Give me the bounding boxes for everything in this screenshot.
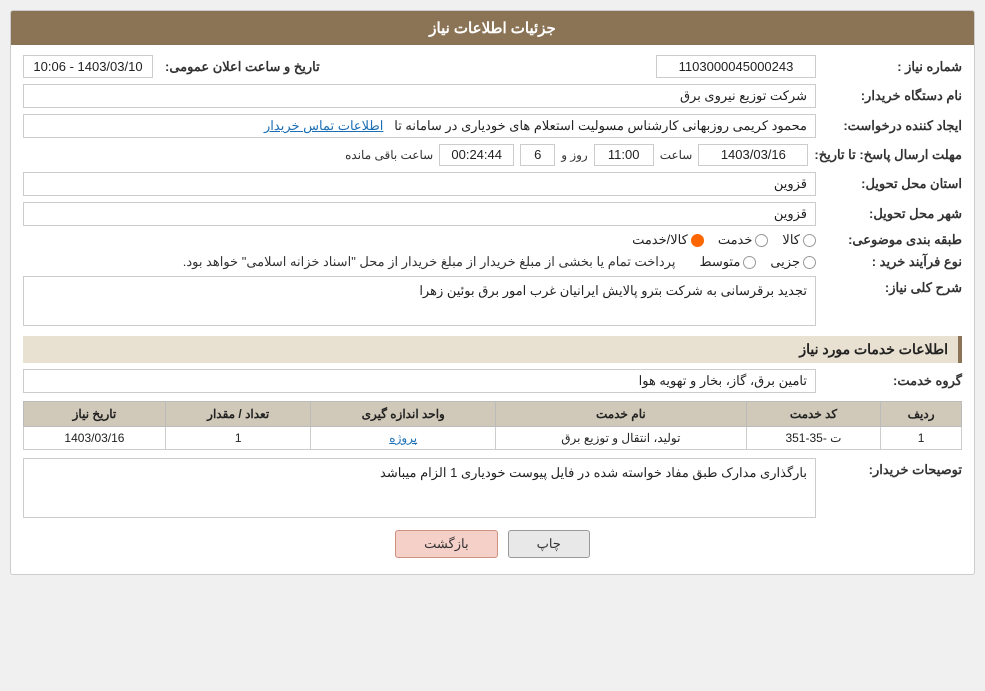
gorooh-label: گروه خدمت: bbox=[822, 373, 962, 389]
nam-dastgah-label: نام دستگاه خریدار: bbox=[822, 88, 962, 104]
buyer-desc-label: توصیحات خریدار: bbox=[822, 458, 962, 478]
tabaghebandi-radios: کالا خدمت کالا/خدمت bbox=[632, 232, 816, 248]
shomara-value: 1103000045000243 bbox=[656, 55, 816, 78]
mohlat-remaining-label: ساعت باقی مانده bbox=[345, 148, 433, 162]
sharh-niaz-row: شرح کلی نیاز: تجدید برقرسانی به شرکت بتر… bbox=[23, 276, 962, 326]
khadamat-section-title: اطلاعات خدمات مورد نیاز bbox=[23, 336, 962, 363]
radio-jozee-circle bbox=[803, 256, 816, 269]
print-button[interactable]: چاپ bbox=[508, 530, 590, 558]
nam-dastgah-value: شرکت توزیع نیروی برق bbox=[23, 84, 816, 108]
radio-motavaset-circle bbox=[743, 256, 756, 269]
buyer-desc-box: بارگذاری مدارک طبق مفاد خواسته شده در فا… bbox=[23, 458, 816, 518]
shahr-label: شهر محل تحویل: bbox=[822, 206, 962, 222]
buyer-desc-row: توصیحات خریدار: بارگذاری مدارک طبق مفاد … bbox=[23, 458, 962, 518]
radio-kala-circle bbox=[803, 234, 816, 247]
tarikh-label: تاریخ و ساعت اعلان عمومی: bbox=[165, 59, 320, 75]
mohlat-roz: 6 bbox=[520, 144, 555, 166]
shomara-row: شماره نیاز : 1103000045000243 تاریخ و سا… bbox=[23, 55, 962, 78]
table-row: 1ت -35-351تولید، انتقال و توزیع برقپروژه… bbox=[24, 427, 962, 450]
gorooh-row: گروه خدمت: تامین برق، گاز، بخار و تهویه … bbox=[23, 369, 962, 393]
col-unit: واحد اندازه گیری bbox=[311, 402, 496, 427]
radio-khadamat[interactable]: خدمت bbox=[718, 232, 769, 248]
mohlat-remaining: 00:24:44 bbox=[439, 144, 514, 166]
sharh-niaz-label: شرح کلی نیاز: bbox=[822, 276, 962, 296]
table-cell-code: ت -35-351 bbox=[746, 427, 880, 450]
buttons-row: چاپ بازگشت bbox=[23, 530, 962, 558]
radio-motavaset-label: متوسط bbox=[699, 254, 740, 270]
ostan-value: قزوین bbox=[23, 172, 816, 196]
ijad-label: ایجاد کننده درخواست: bbox=[822, 118, 962, 134]
radio-kala-khadamat-label: کالا/خدمت bbox=[632, 232, 688, 248]
page-title: جزئیات اطلاعات نیاز bbox=[429, 20, 556, 37]
tabaghebandi-row: طبقه بندی موضوعی: کالا خدمت کالا/خدمت bbox=[23, 232, 962, 248]
radio-khadamat-circle bbox=[755, 234, 768, 247]
ijad-row: ایجاد کننده درخواست: محمود کریمی روزبهان… bbox=[23, 114, 962, 138]
shahr-row: شهر محل تحویل: قزوین bbox=[23, 202, 962, 226]
table-cell-count: 1 bbox=[165, 427, 311, 450]
tabaghebandi-label: طبقه بندی موضوعی: bbox=[822, 232, 962, 248]
mohlat-date: 1403/03/16 bbox=[698, 144, 808, 166]
nogh-farayand-label: نوع فرآیند خرید : bbox=[822, 254, 962, 270]
tarikh-value: 1403/03/10 - 10:06 bbox=[23, 55, 153, 78]
etelaaat-tamas-link[interactable]: اطلاعات تماس خریدار bbox=[264, 118, 383, 133]
services-table: ردیف کد خدمت نام خدمت واحد اندازه گیری ت… bbox=[23, 401, 962, 450]
main-card: جزئیات اطلاعات نیاز شماره نیاز : 1103000… bbox=[10, 10, 975, 575]
radio-kala[interactable]: کالا bbox=[782, 232, 816, 248]
card-header: جزئیات اطلاعات نیاز bbox=[11, 11, 974, 45]
radio-jozee[interactable]: جزیی bbox=[770, 254, 816, 270]
mohlat-label: مهلت ارسال پاسخ: تا تاریخ: bbox=[814, 147, 962, 163]
mohlat-time-label: ساعت bbox=[660, 148, 693, 162]
farayand-radios: جزیی متوسط پرداخت تمام یا بخشی از مبلغ خ… bbox=[183, 254, 816, 270]
gorooh-value: تامین برق، گاز، بخار و تهویه هوا bbox=[23, 369, 816, 393]
col-radif: ردیف bbox=[881, 402, 962, 427]
radio-motavaset[interactable]: متوسط bbox=[699, 254, 756, 270]
radio-kala-label: کالا bbox=[782, 232, 800, 248]
shomara-label: شماره نیاز : bbox=[822, 59, 962, 75]
radio-jozee-label: جزیی bbox=[770, 254, 800, 270]
radio-kala-khadamat[interactable]: کالا/خدمت bbox=[632, 232, 704, 248]
table-cell-name: تولید، انتقال و توزیع برق bbox=[495, 427, 746, 450]
nogh-farayand-row: نوع فرآیند خرید : جزیی متوسط پرداخت تمام… bbox=[23, 254, 962, 270]
col-name: نام خدمت bbox=[495, 402, 746, 427]
col-date: تاریخ نیاز bbox=[24, 402, 166, 427]
pardakht-text: پرداخت تمام یا بخشی از مبلغ خریدار از مب… bbox=[183, 254, 676, 270]
table-cell-date: 1403/03/16 bbox=[24, 427, 166, 450]
radio-kala-khadamat-circle bbox=[691, 234, 704, 247]
table-cell-radif: 1 bbox=[881, 427, 962, 450]
mohlat-time: 11:00 bbox=[594, 144, 654, 166]
ijad-value: محمود کریمی روزبهانی کارشناس مسولیت استع… bbox=[23, 114, 816, 138]
radio-khadamat-label: خدمت bbox=[718, 232, 753, 248]
shahr-value: قزوین bbox=[23, 202, 816, 226]
sharh-niaz-value: تجدید برقرسانی به شرکت بترو پالایش ایران… bbox=[23, 276, 816, 326]
col-code: کد خدمت bbox=[746, 402, 880, 427]
page-wrapper: جزئیات اطلاعات نیاز شماره نیاز : 1103000… bbox=[0, 0, 985, 691]
mohlat-row: مهلت ارسال پاسخ: تا تاریخ: 1403/03/16 سا… bbox=[23, 144, 962, 166]
nam-dastgah-row: نام دستگاه خریدار: شرکت توزیع نیروی برق bbox=[23, 84, 962, 108]
ostan-label: استان محل تحویل: bbox=[822, 176, 962, 192]
table-cell-unit: پروژه bbox=[311, 427, 496, 450]
back-button[interactable]: بازگشت bbox=[395, 530, 497, 558]
ostan-row: استان محل تحویل: قزوین bbox=[23, 172, 962, 196]
card-body: شماره نیاز : 1103000045000243 تاریخ و سا… bbox=[11, 45, 974, 574]
col-count: تعداد / مقدار bbox=[165, 402, 311, 427]
mohlat-roz-label: روز و bbox=[561, 148, 588, 162]
